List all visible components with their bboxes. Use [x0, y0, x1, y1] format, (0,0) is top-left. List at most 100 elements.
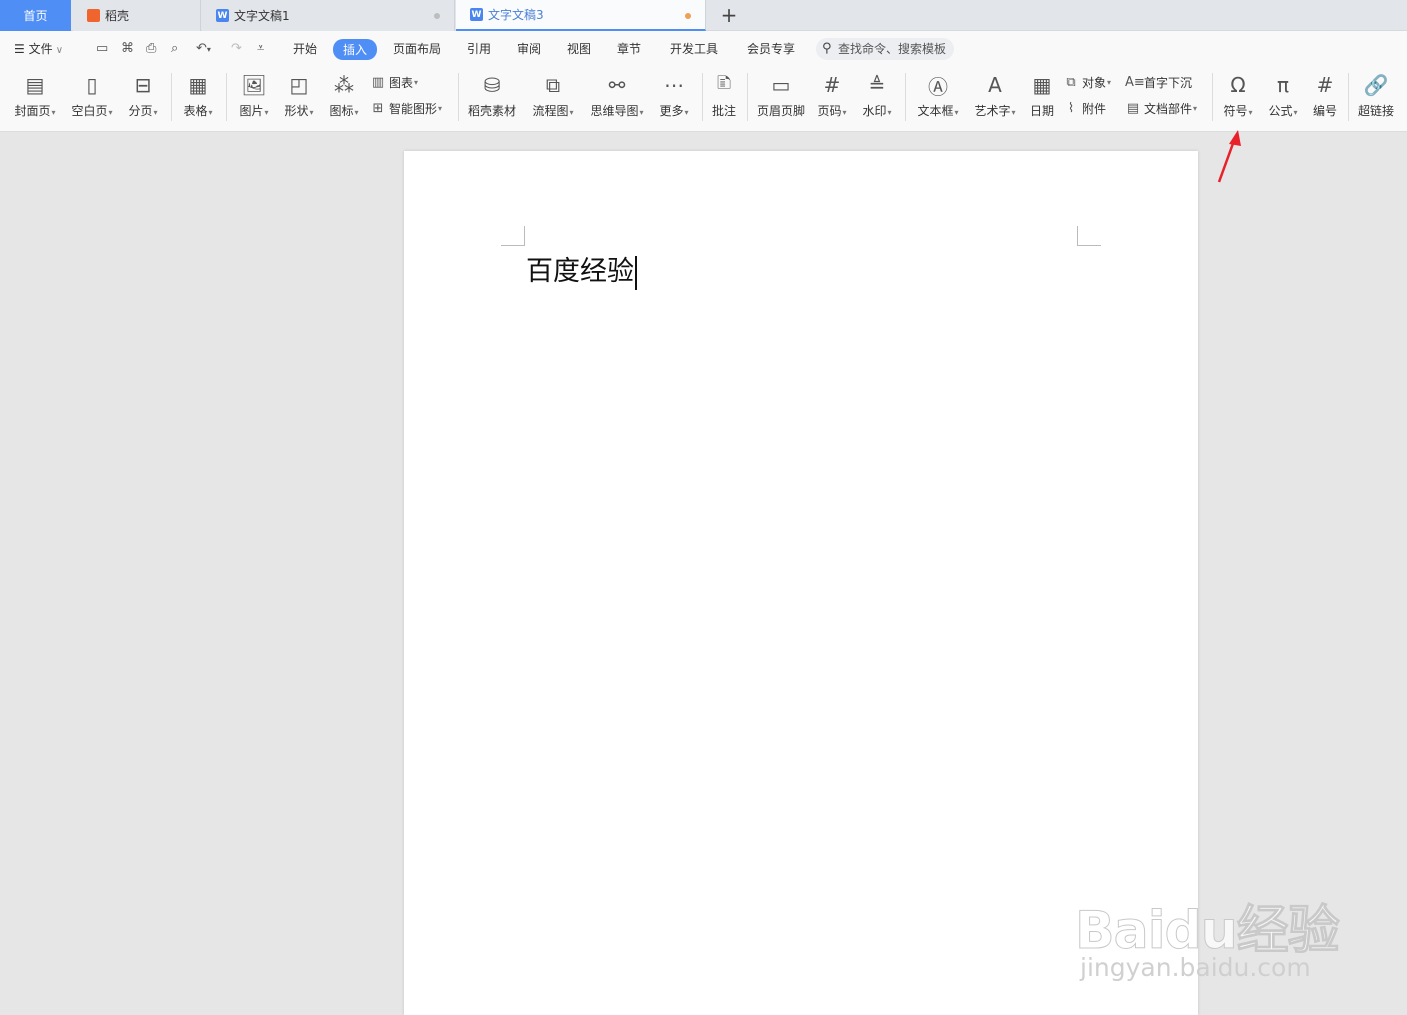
textbox-icon: Ⓐ — [928, 74, 948, 99]
tab-home[interactable]: 首页 — [0, 0, 71, 31]
menu-member[interactable]: 会员专享 — [747, 40, 795, 57]
document-body-text[interactable]: 百度经验 — [526, 249, 637, 290]
print-preview-icon[interactable]: ⌕ — [171, 41, 178, 56]
search-placeholder: 查找命令、搜索模板 — [838, 42, 947, 56]
object-label: 对象 — [1082, 75, 1107, 90]
redo-icon[interactable]: ↷ — [231, 41, 242, 56]
calendar-icon: ▦ — [1032, 73, 1052, 97]
tab-home-label: 首页 — [23, 9, 48, 23]
formula-label: 公式 — [1268, 104, 1293, 118]
icon-library-button[interactable]: ⁂ 图标▾ — [324, 67, 364, 127]
more-label: 更多 — [659, 104, 684, 118]
new-tab-button[interactable]: + — [718, 3, 740, 27]
hyperlink-button[interactable]: 🔗 超链接 — [1354, 67, 1398, 127]
tab-daoke-label: 稻壳 — [105, 9, 130, 23]
watermark-button[interactable]: ≜ 水印▾ — [858, 67, 896, 127]
page-break-label: 分页 — [128, 104, 153, 118]
format-painter-icon[interactable]: ⌘ — [121, 41, 134, 56]
dropcap-button[interactable]: A≡ 首字下沉 — [1125, 73, 1192, 91]
daoke-material-button[interactable]: ⛁ 稻壳素材 — [465, 67, 519, 127]
caret-down-icon: ▾ — [264, 108, 269, 117]
file-menu[interactable]: ☰ 文件 ∨ — [14, 40, 63, 57]
cover-page-button[interactable]: ▤ 封面页▾ — [10, 67, 60, 127]
tab-daoke[interactable]: 稻壳 — [73, 0, 201, 31]
caret-down-icon: ▾ — [1248, 108, 1253, 117]
symbol-label: 符号 — [1223, 104, 1248, 118]
more-button[interactable]: ⋯ 更多▾ — [655, 67, 693, 127]
picture-label: 图片 — [239, 104, 264, 118]
shape-button[interactable]: ◰ 形状▾ — [279, 67, 319, 127]
mindmap-button[interactable]: ⚯ 思维导图▾ — [587, 67, 647, 127]
object-icon: ⧉ — [1066, 74, 1076, 90]
chart-button[interactable]: ▥ 图表 ▾ — [370, 73, 418, 91]
doc-parts-button[interactable]: ▤ 文档部件 ▾ — [1125, 99, 1197, 117]
date-label: 日期 — [1029, 104, 1054, 118]
smart-art-button[interactable]: ⊞ 智能图形 ▾ — [370, 99, 442, 117]
menu-start[interactable]: 开始 — [293, 40, 317, 57]
smart-art-label: 智能图形 — [389, 101, 438, 116]
baidu-watermark: Baidu经验 jingyan.baidu.com — [1075, 858, 1345, 988]
pi-formula-icon: π — [1276, 73, 1290, 97]
menu-row: ☰ 文件 ∨ ▭ ⌘ ⎙ ⌕ ↶▾ ↷ ⩡ 开始 插入 页面布局 引用 审阅 视… — [0, 31, 1407, 67]
caret-down-icon: ▾ — [887, 108, 892, 117]
ribbon-divider — [226, 73, 227, 121]
menu-references[interactable]: 引用 — [467, 40, 491, 57]
wordart-button[interactable]: A 艺术字▾ — [970, 67, 1020, 127]
bar-chart-icon: ▥ — [371, 74, 385, 90]
dropcap-label: 首字下沉 — [1144, 75, 1193, 90]
date-button[interactable]: ▦ 日期 — [1027, 67, 1057, 127]
menu-developer[interactable]: 开发工具 — [670, 40, 718, 57]
caret-down-icon: ▾ — [438, 103, 443, 113]
header-footer-label: 页眉页脚 — [756, 104, 805, 118]
flowchart-button[interactable]: ⧉ 流程图▾ — [528, 67, 578, 127]
save-icon[interactable]: ▭ — [96, 41, 108, 56]
tab-doc3-label: 文字文稿3 — [488, 8, 544, 22]
caret-down-icon: ▾ — [639, 108, 644, 117]
table-button[interactable]: ▦ 表格▾ — [178, 67, 218, 127]
menu-section[interactable]: 章节 — [617, 40, 641, 57]
formula-button[interactable]: π 公式▾ — [1264, 67, 1302, 127]
caret-down-icon: ▾ — [1193, 103, 1198, 113]
menu-page-layout[interactable]: 页面布局 — [393, 40, 441, 57]
tab-close-dot-icon[interactable] — [434, 13, 440, 19]
menu-view[interactable]: 视图 — [567, 40, 591, 57]
watermark-icon: ≜ — [868, 73, 886, 97]
writer-doc-icon: W — [216, 9, 229, 22]
tab-unsaved-dot-icon[interactable] — [685, 13, 691, 19]
page-number-button[interactable]: # 页码▾ — [813, 67, 851, 127]
numbering-button[interactable]: # 编号 — [1308, 67, 1342, 127]
textbox-button[interactable]: Ⓐ 文本框▾ — [913, 67, 963, 127]
omega-symbol-icon: Ω — [1230, 73, 1246, 97]
hamburger-icon: ☰ — [14, 42, 29, 56]
doc-parts-label: 文档部件 — [1144, 101, 1193, 116]
search-icon: ⚲ — [822, 41, 832, 56]
menu-insert[interactable]: 插入 — [333, 39, 378, 60]
red-arrow-annotation — [1217, 130, 1241, 183]
undo-icon[interactable]: ↶▾ — [196, 41, 211, 56]
writer-doc-icon: W — [470, 8, 483, 21]
mindmap-label: 思维导图 — [590, 104, 639, 118]
table-icon: ▦ — [188, 73, 208, 97]
watermark-logo: Baidu经验 — [1075, 901, 1341, 962]
document-text: 百度经验 — [526, 256, 634, 287]
header-footer-button[interactable]: ▭ 页眉页脚 — [754, 67, 808, 127]
smart-art-icon: ⊞ — [372, 100, 384, 116]
menu-review[interactable]: 审阅 — [517, 40, 541, 57]
attachment-button[interactable]: ⌇ 附件 — [1063, 99, 1106, 117]
page-break-button[interactable]: ⊟ 分页▾ — [123, 67, 163, 127]
print-icon[interactable]: ⎙ — [146, 41, 156, 56]
symbol-button[interactable]: Ω 符号▾ — [1219, 67, 1257, 127]
ribbon-divider — [905, 73, 906, 121]
caret-down-icon: ▾ — [309, 108, 314, 117]
tab-doc3[interactable]: W 文字文稿3 — [456, 0, 706, 31]
tab-doc1[interactable]: W 文字文稿1 — [202, 0, 455, 31]
blank-page-button[interactable]: ▯ 空白页▾ — [67, 67, 117, 127]
comment-button[interactable]: 🗈 批注 — [707, 67, 741, 127]
command-search-input[interactable]: ⚲ 查找命令、搜索模板 — [816, 38, 954, 60]
watermark-label: 水印 — [862, 104, 887, 118]
ribbon-divider — [1348, 73, 1349, 121]
object-button[interactable]: ⧉ 对象 ▾ — [1063, 73, 1111, 91]
picture-button[interactable]: 🖼 图片▾ — [234, 67, 274, 127]
customize-toolbar-icon[interactable]: ⩡ — [257, 41, 264, 56]
insert-ribbon: ▤ 封面页▾ ▯ 空白页▾ ⊟ 分页▾ ▦ 表格▾ 🖼 图片▾ ◰ 形状▾ ⁂ … — [0, 67, 1407, 132]
